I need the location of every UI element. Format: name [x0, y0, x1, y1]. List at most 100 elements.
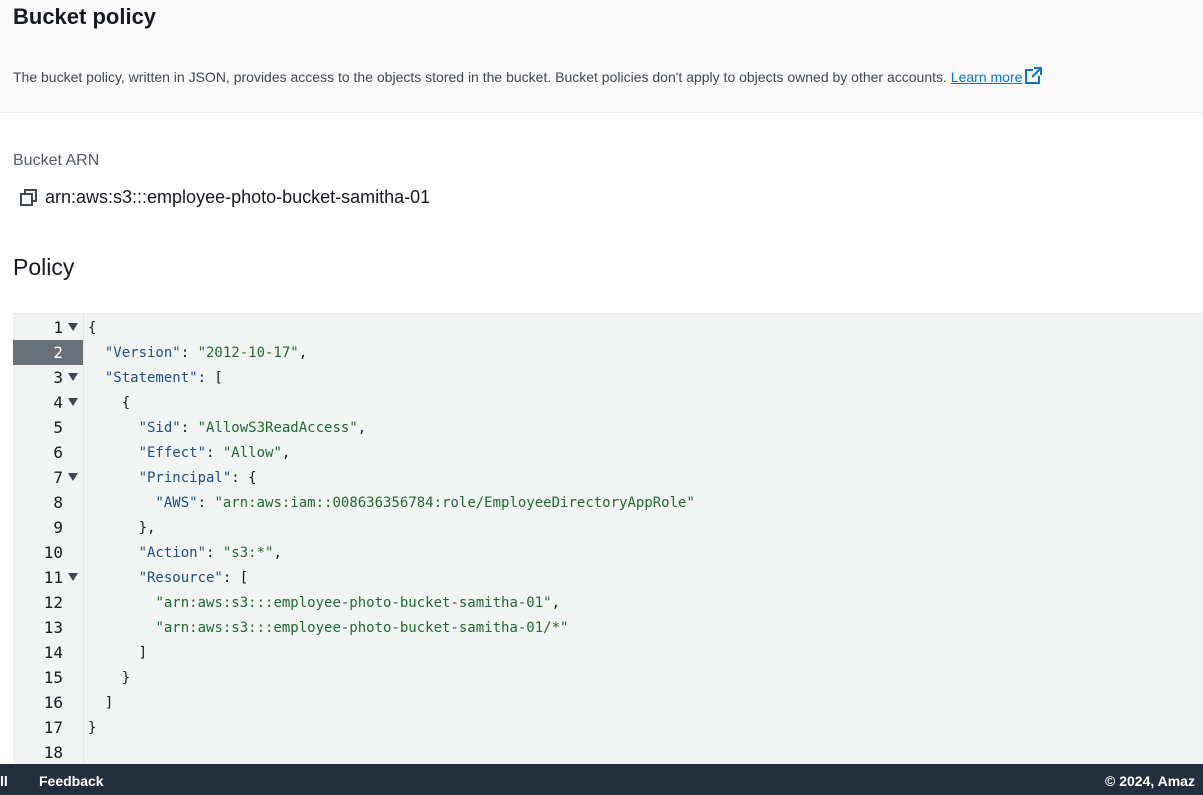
fold-arrow-icon[interactable]: [68, 573, 78, 581]
json-punctuation: [88, 345, 105, 361]
gutter-line: 10: [13, 540, 83, 565]
json-string: "s3:*": [222, 545, 274, 561]
line-number: 3: [53, 368, 63, 387]
json-punctuation: ,: [357, 420, 367, 436]
line-number: 9: [53, 518, 63, 537]
code-line[interactable]: "Resource": [: [88, 565, 249, 591]
policy-editor[interactable]: 1 2 3 4 5 6 7 8 9 10 11 12 13 14 15 16 17 18 { "Version":…: [13, 313, 1203, 766]
json-punctuation: [88, 370, 105, 386]
json-punctuation: :: [180, 420, 198, 436]
json-string: "2012-10-17": [197, 345, 299, 361]
json-string: "arn:aws:iam::008636356784:role/Employee…: [214, 495, 695, 511]
json-punctuation: ]: [88, 695, 114, 711]
code-line[interactable]: "arn:aws:s3:::employee-photo-bucket-sami…: [88, 615, 568, 641]
code-line[interactable]: ]: [88, 640, 147, 666]
line-number: 11: [43, 568, 63, 587]
feedback-link[interactable]: Feedback: [39, 773, 104, 789]
copyright-text: © 2024, Amaz: [1105, 773, 1195, 789]
line-number: 17: [43, 718, 63, 737]
fold-arrow-icon[interactable]: [68, 473, 78, 481]
code-line[interactable]: }: [88, 665, 130, 691]
json-punctuation: :: [180, 345, 198, 361]
line-number: 8: [53, 493, 63, 512]
bucket-arn-label: Bucket ARN: [13, 152, 100, 169]
line-number: 12: [43, 593, 63, 612]
json-punctuation: [88, 595, 155, 611]
code-line[interactable]: "AWS": "arn:aws:iam::008636356784:role/E…: [88, 490, 695, 516]
learn-more-link[interactable]: Learn more: [951, 67, 1043, 85]
line-number: 5: [53, 418, 63, 437]
external-link-icon[interactable]: [1024, 67, 1043, 85]
json-punctuation: {: [88, 320, 97, 336]
json-punctuation: :: [206, 545, 223, 561]
json-punctuation: :: [206, 445, 223, 461]
json-string: "AllowS3ReadAccess": [197, 420, 358, 436]
json-punctuation: }: [88, 670, 131, 686]
code-line[interactable]: "arn:aws:s3:::employee-photo-bucket-sami…: [88, 590, 560, 616]
gutter-line: 1: [13, 315, 83, 340]
json-punctuation: {: [88, 395, 131, 411]
code-line[interactable]: }: [88, 715, 96, 741]
json-punctuation: },: [88, 520, 156, 536]
json-key: "Principal": [138, 470, 232, 486]
footer-cut-link[interactable]: ll: [0, 773, 8, 789]
json-string: "arn:aws:s3:::employee-photo-bucket-sami…: [155, 620, 569, 636]
json-key: "AWS": [155, 495, 198, 511]
code-line[interactable]: "Principal": {: [88, 465, 257, 491]
json-punctuation: ,: [281, 445, 291, 461]
json-key: "Sid": [138, 420, 181, 436]
line-number: 1: [53, 318, 63, 337]
learn-more-label[interactable]: Learn more: [951, 69, 1023, 85]
code-line[interactable]: "Sid": "AllowS3ReadAccess",: [88, 415, 367, 441]
code-line[interactable]: "Action": "s3:*",: [88, 540, 282, 566]
code-line[interactable]: "Version": "2012-10-17",: [88, 340, 307, 366]
policy-heading: Policy: [13, 254, 75, 280]
line-number: 10: [43, 543, 63, 562]
json-key: "Resource": [138, 570, 223, 586]
json-punctuation: [88, 495, 155, 511]
gutter-line: 7: [13, 465, 83, 490]
json-punctuation: : {: [231, 470, 257, 486]
editor-gutter: 1 2 3 4 5 6 7 8 9 10 11 12 13 14 15 16 17 18: [13, 314, 83, 766]
line-number: 15: [43, 668, 63, 687]
gutter-line: 17: [13, 715, 83, 740]
bucket-arn-row: arn:aws:s3:::employee-photo-bucket-samit…: [20, 185, 430, 209]
fold-arrow-icon[interactable]: [68, 373, 78, 381]
line-number: 4: [53, 393, 63, 412]
editor-code-area[interactable]: { "Version": "2012-10-17", "Statement": …: [83, 314, 1203, 766]
fold-arrow-icon[interactable]: [68, 323, 78, 331]
copy-icon[interactable]: [20, 188, 38, 206]
gutter-line: 4: [13, 390, 83, 415]
gutter-line: 5: [13, 415, 83, 440]
code-line[interactable]: {: [88, 315, 96, 341]
json-key: "Statement": [104, 370, 198, 386]
json-punctuation: ,: [551, 595, 561, 611]
line-number: 16: [43, 693, 63, 712]
json-punctuation: ,: [273, 545, 282, 561]
console-footer: ll Feedback © 2024, Amaz: [0, 764, 1203, 795]
json-punctuation: [88, 470, 139, 486]
json-punctuation: ]: [88, 645, 148, 661]
json-punctuation: : [: [222, 570, 249, 586]
gutter-line: 11: [13, 565, 83, 590]
json-punctuation: [88, 420, 139, 436]
json-punctuation: [88, 620, 155, 636]
code-line[interactable]: },: [88, 515, 156, 541]
json-string: "Allow": [222, 445, 282, 461]
code-line[interactable]: ]: [88, 690, 113, 716]
bucket-policy-description: The bucket policy, written in JSON, prov…: [13, 67, 1043, 87]
code-line[interactable]: {: [88, 390, 130, 416]
gutter-line: 9: [13, 515, 83, 540]
gutter-line: 2: [13, 340, 83, 365]
json-punctuation: [88, 570, 139, 586]
json-punctuation: : [: [197, 370, 223, 386]
line-number: 18: [43, 743, 63, 762]
json-punctuation: [88, 445, 139, 461]
code-line[interactable]: "Effect": "Allow",: [88, 440, 291, 466]
json-punctuation: :: [197, 495, 215, 511]
code-line[interactable]: "Statement": [: [88, 365, 223, 391]
gutter-line: 13: [13, 615, 83, 640]
gutter-line: 15: [13, 665, 83, 690]
gutter-line: 16: [13, 690, 83, 715]
fold-arrow-icon[interactable]: [68, 398, 78, 406]
